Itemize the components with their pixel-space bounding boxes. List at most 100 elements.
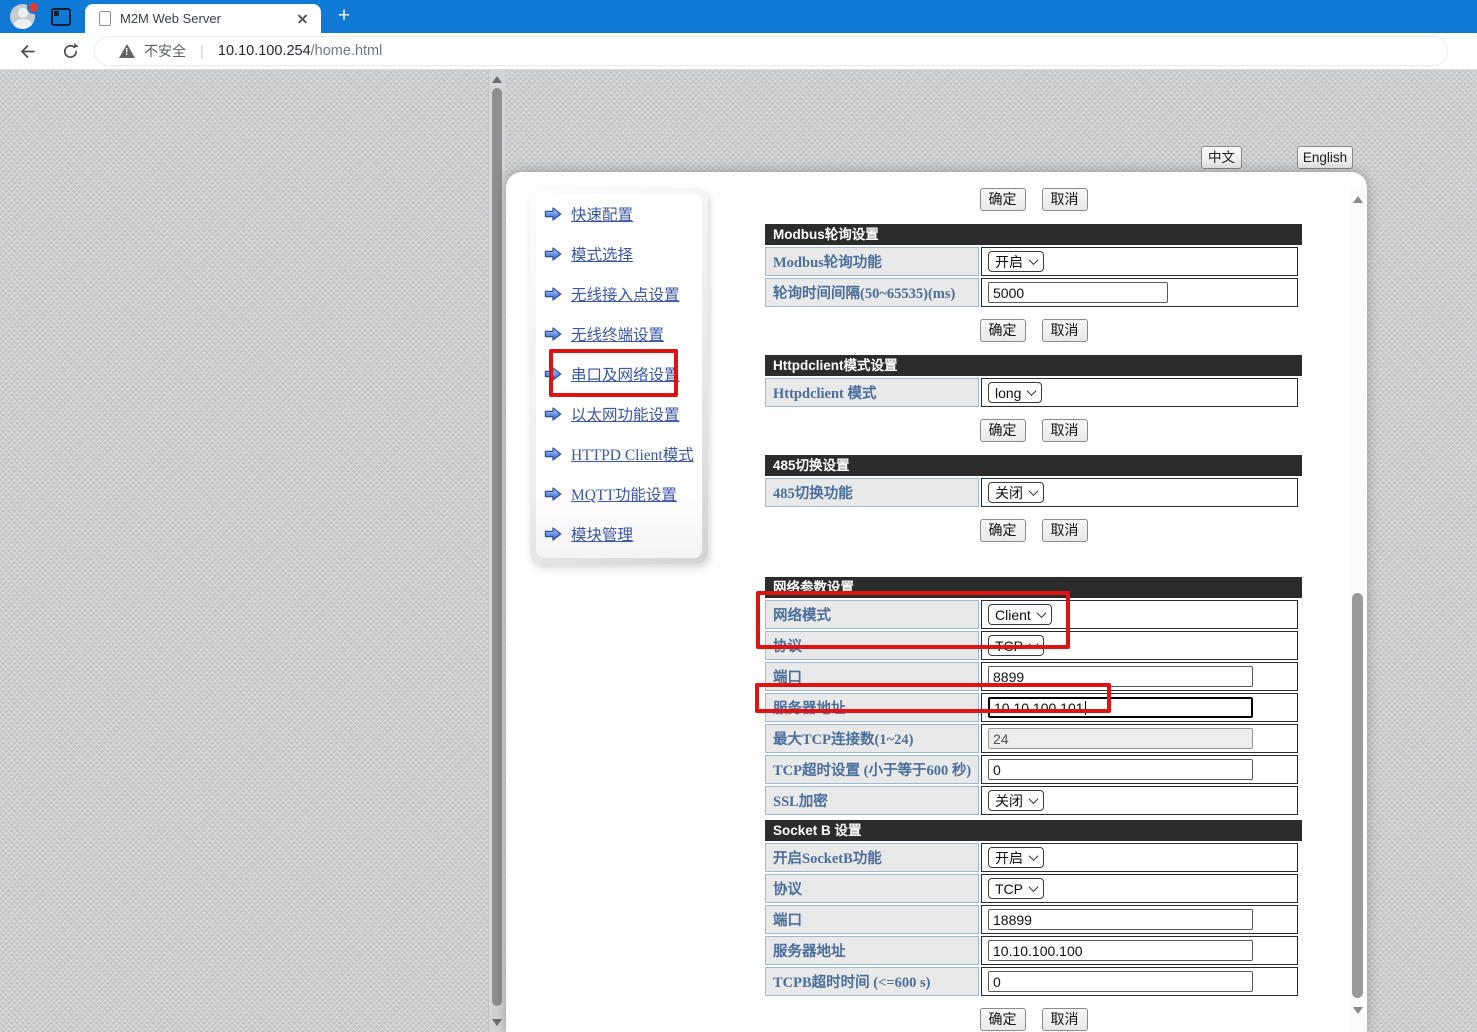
- ok-button[interactable]: 确定: [980, 188, 1026, 211]
- select-value: 开启: [995, 252, 1023, 272]
- field-value-cell: 0: [981, 967, 1298, 996]
- field-input[interactable]: 18899: [988, 909, 1253, 930]
- field-select[interactable]: Client: [988, 604, 1052, 625]
- sidebar-item-label[interactable]: 模块管理: [571, 523, 633, 545]
- field-label: Httpdclient 模式: [765, 378, 979, 407]
- ok-button[interactable]: 确定: [980, 519, 1026, 542]
- left-scrollbar-thumb[interactable]: [492, 88, 502, 1006]
- settings-table: Modbus轮询功能开启轮询时间间隔(50~65535)(ms)5000: [763, 245, 1300, 309]
- button-row: 确定取消: [765, 1008, 1302, 1031]
- ok-button[interactable]: 确定: [980, 419, 1026, 442]
- sidebar-item-label[interactable]: 快速配置: [571, 203, 633, 225]
- field-input[interactable]: 10.10.100.100: [988, 940, 1253, 961]
- field-select[interactable]: 开启: [988, 847, 1044, 868]
- sidebar-item-label[interactable]: 无线终端设置: [571, 323, 664, 345]
- chevron-down-icon: [1029, 486, 1039, 496]
- field-value-cell: TCP: [981, 631, 1298, 660]
- sidebar-item[interactable]: 模块管理: [544, 514, 702, 554]
- sidebar-item-label[interactable]: 串口及网络设置: [571, 363, 680, 385]
- field-input[interactable]: 8899: [988, 666, 1253, 687]
- settings-table: 开启SocketB功能开启协议TCP端口18899服务器地址10.10.100.…: [763, 841, 1300, 998]
- warning-icon: [119, 44, 135, 58]
- cancel-button[interactable]: 取消: [1042, 1008, 1088, 1031]
- field-select[interactable]: TCP: [988, 878, 1044, 899]
- input-value: 24: [993, 731, 1009, 747]
- page-background: 中文 English 快速配置模式选择无线接入点设置无线终端设置串口及网络设置以…: [0, 70, 1477, 1032]
- field-input[interactable]: 0: [988, 971, 1253, 992]
- table-row: Modbus轮询功能开启: [765, 247, 1298, 276]
- table-row: 端口18899: [765, 905, 1298, 934]
- sidebar-item[interactable]: 无线接入点设置: [544, 274, 702, 314]
- input-value: 10.10.100.100: [993, 943, 1083, 959]
- field-input[interactable]: 24: [988, 728, 1253, 749]
- refresh-icon[interactable]: [61, 42, 80, 61]
- settings-table: 网络模式Client协议TCP端口8899服务器地址10.10.100.101最…: [763, 598, 1300, 817]
- back-icon[interactable]: [18, 42, 37, 61]
- left-scrollbar[interactable]: [488, 70, 505, 1032]
- sidebar-item[interactable]: MQTT功能设置: [544, 474, 702, 514]
- content-panel: 快速配置模式选择无线接入点设置无线终端设置串口及网络设置以太网功能设置 HTTPD…: [506, 172, 1367, 1032]
- select-value: TCP: [995, 638, 1023, 654]
- new-tab-button[interactable]: +: [332, 4, 356, 28]
- chevron-down-icon: [1029, 255, 1039, 265]
- scroll-down-icon[interactable]: [492, 1019, 502, 1026]
- select-value: TCP: [995, 881, 1023, 897]
- avatar-head-icon: [18, 8, 28, 18]
- field-value-cell: 关闭: [981, 786, 1298, 815]
- section-header: Modbus轮询设置: [765, 224, 1302, 245]
- panel-scrollbar[interactable]: [1350, 188, 1366, 1032]
- field-value-cell: long: [981, 378, 1298, 407]
- sidebar-item-label[interactable]: 无线接入点设置: [571, 283, 680, 305]
- tab-search-icon[interactable]: [51, 8, 71, 26]
- sidebar-item[interactable]: HTTPD Client模式: [544, 434, 702, 474]
- page-icon: [99, 11, 111, 26]
- chinese-language-button[interactable]: 中文: [1201, 146, 1242, 169]
- sidebar-item[interactable]: 串口及网络设置: [544, 354, 702, 394]
- field-input[interactable]: 0: [988, 759, 1253, 780]
- field-value-cell: 开启: [981, 843, 1298, 872]
- sidebar-item-label[interactable]: HTTPD Client模式: [571, 443, 694, 465]
- sidebar-item-label[interactable]: 以太网功能设置: [571, 403, 680, 425]
- field-select[interactable]: 关闭: [988, 482, 1044, 503]
- sidebar-item[interactable]: 模式选择: [544, 234, 702, 274]
- close-icon[interactable]: [295, 11, 311, 27]
- table-row: 网络模式Client: [765, 600, 1298, 629]
- sidebar-item-label[interactable]: MQTT功能设置: [571, 483, 677, 505]
- cancel-button[interactable]: 取消: [1042, 419, 1088, 442]
- sidebar-item-label[interactable]: 模式选择: [571, 243, 633, 265]
- settings-table: Httpdclient 模式 long: [763, 376, 1300, 409]
- field-input[interactable]: 5000: [988, 282, 1168, 303]
- field-select[interactable]: 关闭: [988, 790, 1044, 811]
- field-select[interactable]: TCP: [988, 635, 1044, 656]
- sidebar-item[interactable]: 快速配置: [544, 194, 702, 234]
- table-row: 开启SocketB功能开启: [765, 843, 1298, 872]
- arrow-icon: [544, 406, 562, 422]
- field-label: 协议: [765, 631, 979, 660]
- sidebar-item[interactable]: 以太网功能设置: [544, 394, 702, 434]
- field-label: SSL加密: [765, 786, 979, 815]
- sidebar-item[interactable]: 无线终端设置: [544, 314, 702, 354]
- field-value-cell: 0: [981, 755, 1298, 784]
- field-value-cell: 关闭: [981, 478, 1298, 507]
- field-select[interactable]: long: [988, 382, 1042, 403]
- ok-button[interactable]: 确定: [980, 1008, 1026, 1031]
- panel-scroll-up-icon[interactable]: [1353, 196, 1363, 203]
- english-language-button[interactable]: English: [1297, 146, 1353, 169]
- arrow-icon: [544, 446, 562, 462]
- field-select[interactable]: 开启: [988, 251, 1044, 272]
- field-value-cell: 10.10.100.100: [981, 936, 1298, 965]
- address-bar[interactable]: 不安全 | 10.10.100.254/home.html: [95, 37, 1447, 65]
- panel-scroll-down-icon[interactable]: [1353, 1007, 1363, 1014]
- input-value: 8899: [993, 669, 1024, 685]
- tab-title: M2M Web Server: [120, 11, 295, 26]
- field-input[interactable]: 10.10.100.101: [988, 697, 1253, 718]
- config-form: 确定取消Modbus轮询设置Modbus轮询功能开启轮询时间间隔(50~6553…: [765, 188, 1302, 1032]
- section-header: 网络参数设置: [765, 577, 1302, 598]
- cancel-button[interactable]: 取消: [1042, 319, 1088, 342]
- ok-button[interactable]: 确定: [980, 319, 1026, 342]
- panel-scrollbar-thumb[interactable]: [1352, 593, 1363, 998]
- browser-tab[interactable]: M2M Web Server: [85, 4, 321, 33]
- scroll-up-icon[interactable]: [492, 76, 502, 83]
- cancel-button[interactable]: 取消: [1042, 188, 1088, 211]
- cancel-button[interactable]: 取消: [1042, 519, 1088, 542]
